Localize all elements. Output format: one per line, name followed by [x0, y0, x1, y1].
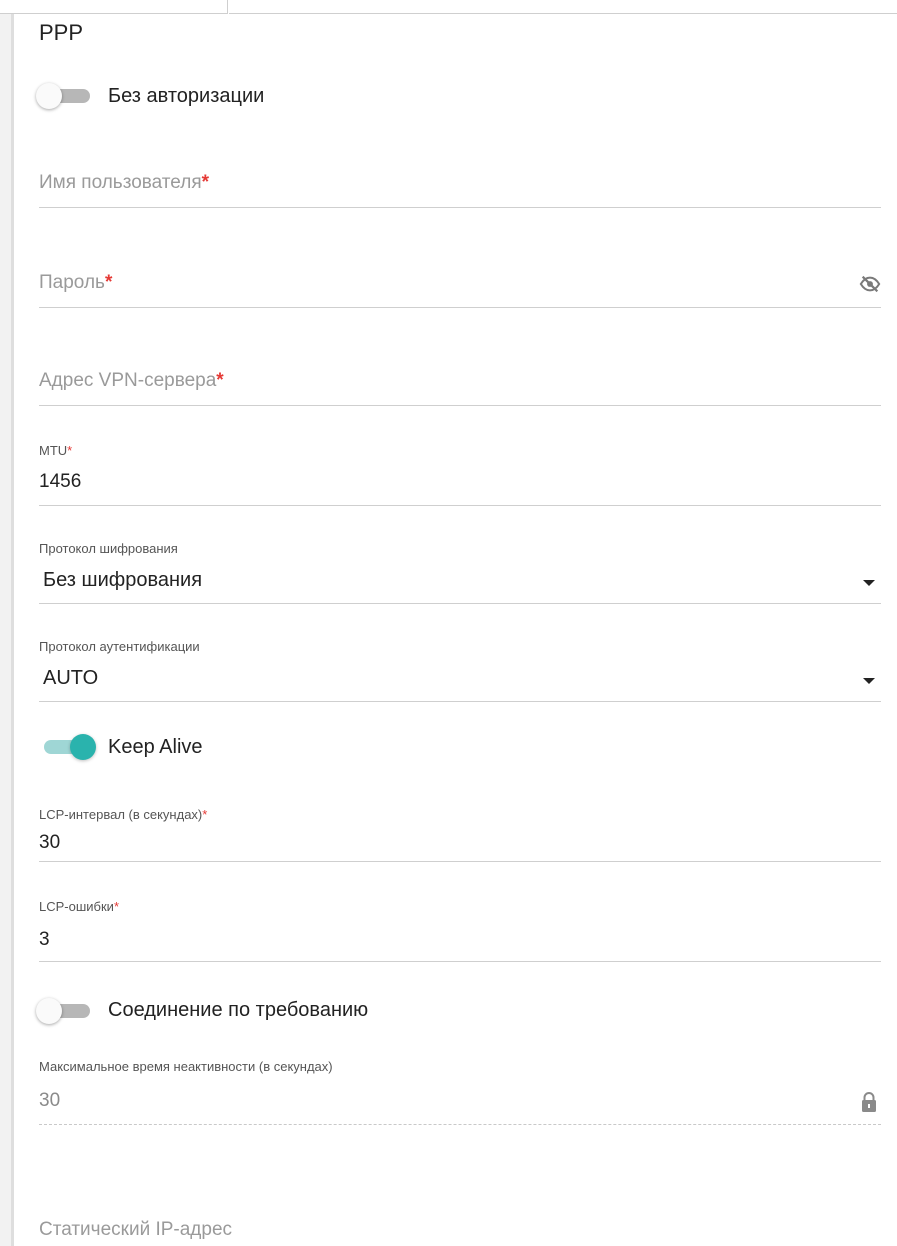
static-ip-field[interactable]: Статический IP-адрес: [39, 1212, 881, 1246]
password-placeholder: Пароль*: [39, 272, 113, 293]
field-underline: [39, 207, 881, 208]
mtu-label: MTU*: [39, 443, 73, 458]
auth-protocol-label: Протокол аутентификации: [39, 639, 200, 654]
lcp-interval-value: 30: [39, 832, 61, 853]
password-field[interactable]: Пароль*: [39, 250, 881, 308]
toggle-knob: [70, 734, 96, 760]
toggle-knob: [36, 83, 62, 109]
field-underline: [39, 505, 881, 506]
required-mark: *: [216, 370, 224, 391]
encryption-label: Протокол шифрования: [39, 541, 178, 556]
required-mark: *: [202, 807, 208, 822]
mtu-value: 1456: [39, 471, 82, 492]
lcp-interval-field[interactable]: LCP-интервал (в секундах)* 30: [39, 796, 881, 862]
field-underline-dashed: [39, 1124, 881, 1125]
field-underline: [39, 701, 881, 702]
chevron-down-icon: [863, 678, 875, 684]
no-auth-toggle[interactable]: [36, 81, 96, 111]
encryption-select[interactable]: Протокол шифрования Без шифрования: [39, 538, 881, 604]
field-underline: [39, 961, 881, 962]
auth-protocol-select[interactable]: Протокол аутентификации AUTO: [39, 636, 881, 702]
required-mark: *: [67, 443, 73, 458]
lcp-errors-field[interactable]: LCP-ошибки* 3: [39, 896, 881, 962]
username-placeholder: Имя пользователя*: [39, 172, 210, 193]
max-idle-value: 30: [39, 1090, 61, 1111]
vpn-server-placeholder: Адрес VPN-сервера*: [39, 370, 224, 391]
field-underline: [39, 307, 881, 308]
top-right-cell: [229, 0, 897, 14]
username-field[interactable]: Имя пользователя*: [39, 150, 881, 208]
field-underline: [39, 405, 881, 406]
required-mark: *: [113, 899, 119, 914]
required-mark: *: [104, 272, 113, 293]
keep-alive-toggle-label: Keep Alive: [108, 736, 203, 758]
lcp-errors-value: 3: [39, 929, 50, 950]
mtu-field[interactable]: MTU* 1456: [39, 440, 881, 506]
lock-icon: [861, 1091, 877, 1113]
max-idle-label: Максимальное время неактивности (в секун…: [39, 1059, 333, 1074]
chevron-down-icon: [863, 580, 875, 586]
top-border: [0, 0, 897, 14]
eye-off-icon[interactable]: [859, 273, 881, 295]
toggle-knob: [36, 998, 62, 1024]
field-underline: [39, 861, 881, 862]
lcp-errors-label: LCP-ошибки*: [39, 899, 119, 914]
keep-alive-toggle[interactable]: [38, 732, 98, 762]
left-gutter: [0, 14, 11, 1246]
left-divider: [11, 14, 14, 1246]
required-mark: *: [201, 172, 210, 193]
auth-protocol-value: AUTO: [43, 667, 99, 689]
top-left-cell: [0, 0, 228, 14]
on-demand-toggle[interactable]: [36, 996, 96, 1026]
max-idle-field: Максимальное время неактивности (в секун…: [39, 1058, 881, 1125]
section-title: PPP: [39, 20, 84, 45]
vpn-server-field[interactable]: Адрес VPN-сервера*: [39, 348, 881, 406]
on-demand-toggle-label: Соединение по требованию: [108, 999, 369, 1021]
lcp-interval-label: LCP-интервал (в секундах)*: [39, 807, 208, 822]
encryption-value: Без шифрования: [43, 569, 203, 591]
field-underline: [39, 603, 881, 604]
no-auth-toggle-label: Без авторизации: [108, 85, 265, 107]
static-ip-placeholder: Статический IP-адрес: [39, 1219, 233, 1240]
